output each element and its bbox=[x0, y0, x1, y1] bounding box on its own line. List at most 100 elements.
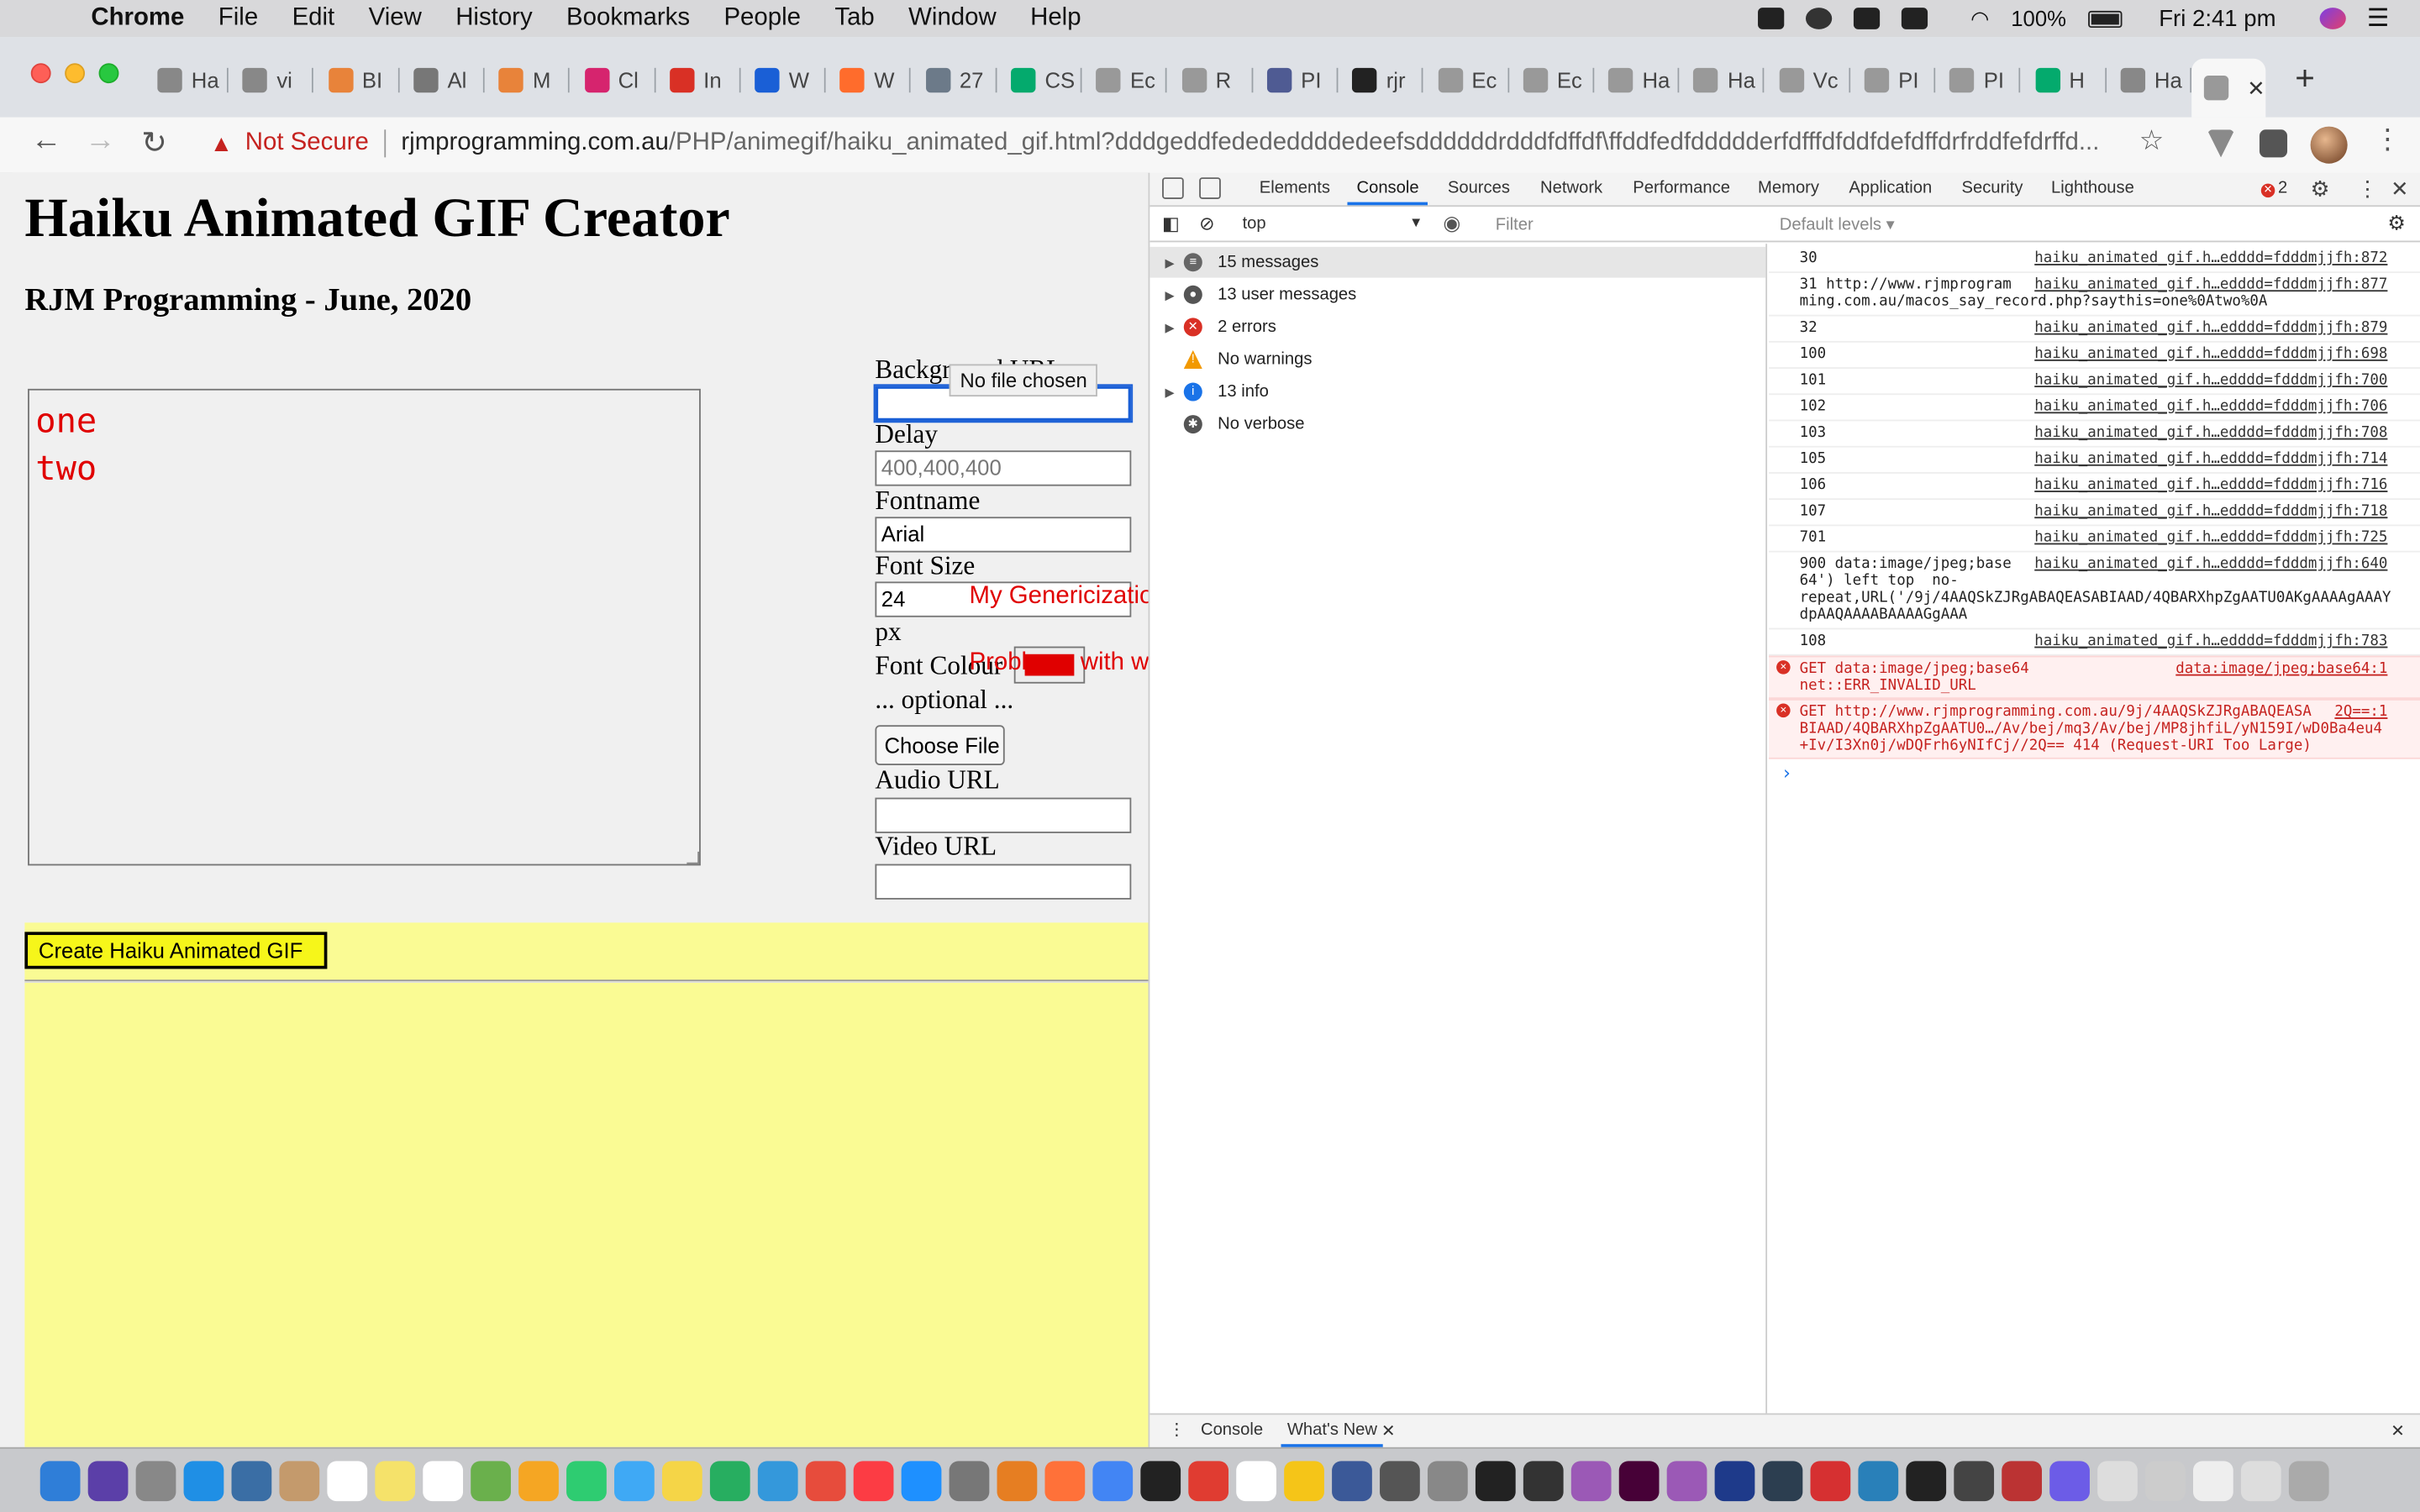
tab-14[interactable]: rjr bbox=[1340, 59, 1423, 102]
filter-input[interactable]: Filter bbox=[1496, 216, 1534, 234]
source-link[interactable]: 2Q==:1 bbox=[2334, 704, 2387, 721]
chrome-menu-icon[interactable]: ⋮ bbox=[2374, 123, 2402, 156]
source-link[interactable]: haiku_animated_gif.h…edddd=fdddmjjfh:877 bbox=[2034, 276, 2387, 293]
profile-avatar[interactable] bbox=[2310, 126, 2348, 164]
dock-app-icon[interactable] bbox=[279, 1460, 320, 1501]
tab-5[interactable]: Cl bbox=[572, 59, 655, 102]
devtools-tab-application[interactable]: Application bbox=[1849, 179, 1932, 197]
live-expression-eye-icon[interactable]: ◉ bbox=[1443, 212, 1460, 236]
dock-app-icon[interactable] bbox=[2193, 1460, 2233, 1501]
reload-button[interactable]: ↻ bbox=[136, 123, 173, 162]
dock-app-icon[interactable] bbox=[566, 1460, 607, 1501]
extensions-puzzle-icon[interactable] bbox=[2259, 129, 2288, 158]
dock-app-icon[interactable] bbox=[949, 1460, 990, 1501]
video-url-input[interactable] bbox=[875, 864, 1132, 900]
delay-input[interactable]: 400,400,400 bbox=[875, 450, 1132, 486]
dock-app-icon[interactable] bbox=[327, 1460, 368, 1501]
source-link[interactable]: data:image/jpeg;base64:1 bbox=[2175, 660, 2387, 677]
sidebar-item-4[interactable]: ▶ i 13 info bbox=[1150, 376, 1765, 407]
clear-console-icon[interactable]: ⊘ bbox=[1199, 213, 1214, 234]
source-link[interactable]: haiku_animated_gif.h…edddd=fdddmjjfh:714 bbox=[2034, 450, 2387, 467]
dock-app-icon[interactable] bbox=[1762, 1460, 1803, 1501]
tab-11[interactable]: Ec bbox=[1084, 59, 1168, 102]
devtools-tab-elements[interactable]: Elements bbox=[1260, 179, 1330, 197]
zoom-window-button[interactable] bbox=[98, 63, 119, 84]
menu-view[interactable]: View bbox=[369, 5, 422, 33]
dock-app-icon[interactable] bbox=[1810, 1460, 1851, 1501]
tab-4[interactable]: M bbox=[487, 59, 571, 102]
devtools-close-icon[interactable]: ✕ bbox=[2391, 176, 2409, 202]
clock[interactable]: Fri 2:41 pm bbox=[2159, 5, 2275, 31]
dock-app-icon[interactable] bbox=[2145, 1460, 2186, 1501]
menu-app-name[interactable]: Chrome bbox=[91, 5, 184, 33]
dock-app-icon[interactable] bbox=[2288, 1460, 2329, 1501]
tab-16[interactable]: Ec bbox=[1511, 59, 1594, 102]
dock-app-icon[interactable] bbox=[1523, 1460, 1564, 1501]
menu-tab[interactable]: Tab bbox=[834, 5, 874, 33]
wifi-icon[interactable]: ◠ bbox=[1970, 5, 1989, 31]
sidebar-item-1[interactable]: ▶ ● 13 user messages bbox=[1150, 279, 1765, 310]
address-bar[interactable]: ▲ Not Secure rjmprogramming.com.au/PHP/a… bbox=[197, 120, 2188, 166]
menu-help[interactable]: Help bbox=[1030, 5, 1081, 33]
dock-app-icon[interactable] bbox=[805, 1460, 846, 1501]
dock-app-icon[interactable] bbox=[2049, 1460, 2090, 1501]
sidebar-item-3[interactable]: ! No warnings bbox=[1150, 344, 1765, 375]
dock-app-icon[interactable] bbox=[1954, 1460, 1995, 1501]
tab-active[interactable]: ✕ bbox=[2191, 58, 2266, 118]
dock-app-icon[interactable] bbox=[661, 1460, 702, 1501]
source-link[interactable]: haiku_animated_gif.h…edddd=fdddmjjfh:718 bbox=[2034, 503, 2387, 520]
dock-app-icon[interactable] bbox=[135, 1460, 176, 1501]
minimize-window-button[interactable] bbox=[65, 63, 86, 84]
audio-url-input[interactable] bbox=[875, 797, 1132, 833]
tab-19[interactable]: Vc bbox=[1766, 59, 1850, 102]
source-link[interactable]: haiku_animated_gif.h…edddd=fdddmjjfh:706 bbox=[2034, 398, 2387, 415]
dock-app-icon[interactable] bbox=[1188, 1460, 1229, 1501]
devtools-settings-icon[interactable]: ⚙ bbox=[2311, 176, 2330, 202]
drawer-tab-console[interactable]: Console bbox=[1201, 1421, 1263, 1440]
tab-3[interactable]: Al bbox=[401, 59, 485, 102]
dock-app-icon[interactable] bbox=[1140, 1460, 1181, 1501]
menu-edit[interactable]: Edit bbox=[292, 5, 335, 33]
source-link[interactable]: haiku_animated_gif.h…edddd=fdddmjjfh:640 bbox=[2034, 555, 2387, 572]
tab-10[interactable]: CS bbox=[998, 59, 1082, 102]
tab-9[interactable]: 27 bbox=[913, 59, 997, 102]
close-tab-icon[interactable]: ✕ bbox=[2247, 75, 2265, 101]
drawer-tab-whats-new[interactable]: What's New bbox=[1281, 1421, 1385, 1447]
tab-20[interactable]: PI bbox=[1852, 59, 1936, 102]
source-link[interactable]: haiku_animated_gif.h…edddd=fdddmjjfh:716 bbox=[2034, 477, 2387, 494]
malwarebytes-icon[interactable] bbox=[1853, 8, 1880, 29]
devtools-tab-console[interactable]: Console bbox=[1347, 179, 1429, 206]
tab-12[interactable]: R bbox=[1169, 59, 1253, 102]
dock-app-icon[interactable] bbox=[518, 1460, 559, 1501]
console-prompt[interactable]: › bbox=[1781, 762, 1792, 784]
dock-app-icon[interactable] bbox=[471, 1460, 511, 1501]
dock-app-icon[interactable] bbox=[709, 1460, 750, 1501]
settings-icon[interactable] bbox=[1805, 8, 1832, 29]
source-link[interactable]: haiku_animated_gif.h…edddd=fdddmjjfh:872 bbox=[2034, 250, 2387, 267]
menu-bookmarks[interactable]: Bookmarks bbox=[566, 5, 690, 33]
tab-15[interactable]: Ec bbox=[1425, 59, 1509, 102]
tab-17[interactable]: Ha bbox=[1596, 59, 1680, 102]
not-secure-label[interactable]: Not Secure bbox=[245, 129, 369, 157]
dock-app-icon[interactable] bbox=[423, 1460, 464, 1501]
devtools-tab-security[interactable]: Security bbox=[1961, 179, 2023, 197]
bookmark-star-icon[interactable]: ☆ bbox=[2139, 125, 2165, 158]
sidebar-item-2[interactable]: ▶ ✕ 2 errors bbox=[1150, 312, 1765, 343]
dock-app-icon[interactable] bbox=[39, 1460, 81, 1501]
dock-app-icon[interactable] bbox=[1284, 1460, 1324, 1501]
back-button[interactable]: ← bbox=[28, 123, 65, 159]
dock-app-icon[interactable] bbox=[183, 1460, 224, 1501]
battery-icon[interactable] bbox=[2087, 9, 2123, 28]
menu-history[interactable]: History bbox=[455, 5, 532, 33]
log-levels-dropdown[interactable]: Default levels ▾ bbox=[1780, 214, 1895, 234]
source-link[interactable]: haiku_animated_gif.h…edddd=fdddmjjfh:725 bbox=[2034, 529, 2387, 546]
drawer-menu-icon[interactable]: ⋮ bbox=[1168, 1420, 1185, 1440]
tab-8[interactable]: W bbox=[828, 59, 912, 102]
dock-app-icon[interactable] bbox=[1427, 1460, 1468, 1501]
tab-0[interactable]: Ha bbox=[145, 59, 229, 102]
source-link[interactable]: haiku_animated_gif.h…edddd=fdddmjjfh:879 bbox=[2034, 319, 2387, 336]
close-window-button[interactable] bbox=[30, 63, 51, 84]
dock-app-icon[interactable] bbox=[1044, 1460, 1086, 1501]
dock-app-icon[interactable] bbox=[2097, 1460, 2138, 1501]
menu-people[interactable]: People bbox=[723, 5, 801, 33]
